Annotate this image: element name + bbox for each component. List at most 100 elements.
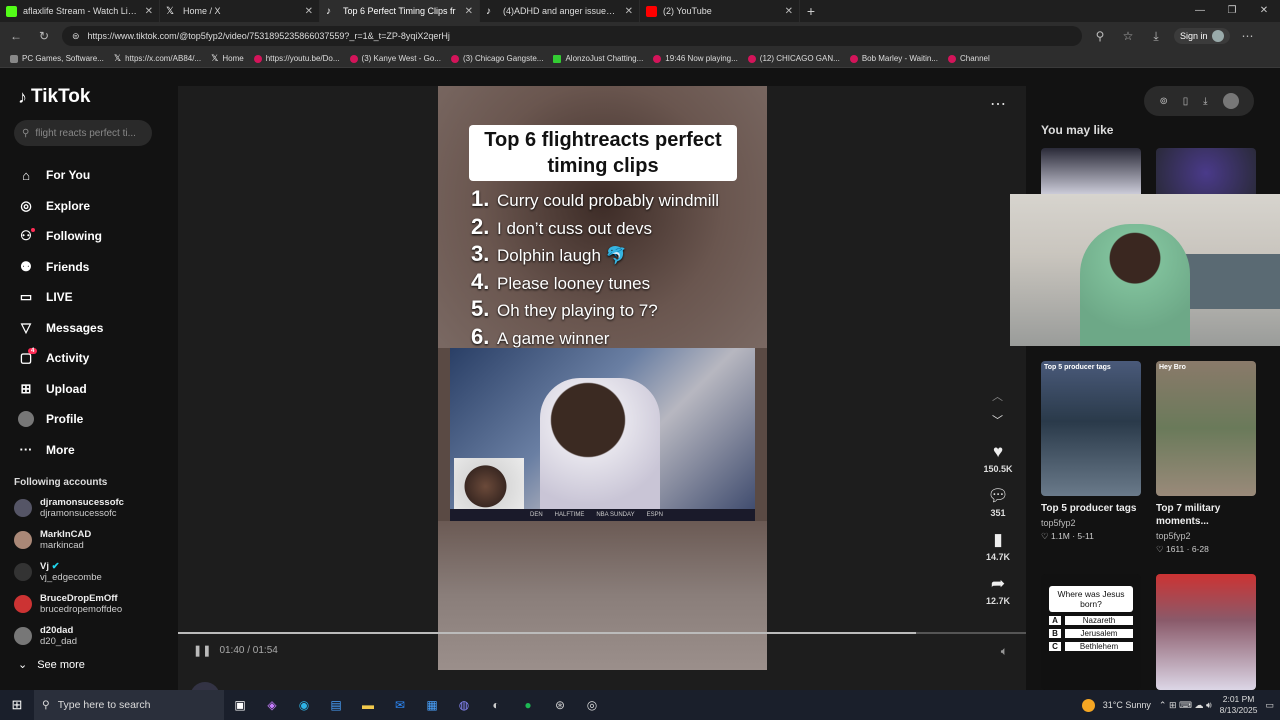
weather-text[interactable]: 31°C Sunny [1103, 700, 1151, 710]
browser-tab[interactable]: (2) YouTube ✕ [640, 0, 800, 22]
file-explorer-icon[interactable]: ▬ [352, 698, 384, 712]
notification-icon[interactable]: ▭ [1265, 700, 1274, 711]
discord-icon[interactable]: ◍ [448, 698, 480, 712]
bookmark[interactable]: AlonzoJust Chatting... [553, 54, 643, 63]
tiktok-logo[interactable]: ♪ TikTok [18, 86, 164, 108]
download-icon[interactable]: ⤓ [1203, 96, 1207, 107]
bookmark[interactable]: Bob Marley - Waitin... [849, 54, 938, 63]
browser-tab-active[interactable]: ♪ Top 6 Perfect Timing Clips fr ✕ [320, 0, 480, 22]
sidebar-item-more[interactable]: ··· More [14, 435, 164, 466]
refresh-icon[interactable]: ↻ [34, 29, 54, 43]
sidebar-item-following[interactable]: ⚇ Following [14, 221, 164, 252]
spotify-icon[interactable]: ● [512, 698, 544, 712]
back-icon[interactable]: ← [6, 29, 26, 43]
search-input[interactable]: ⚲ flight reacts perfect ti... [14, 120, 152, 146]
bookmark[interactable]: 𝕏 Home [211, 53, 244, 64]
recommended-card[interactable]: Top 7 military moments... top5fyp2 ♡ 161… [1156, 502, 1266, 555]
task-view-icon[interactable]: ▣ [224, 698, 256, 712]
close-tab-icon[interactable]: ✕ [785, 6, 793, 17]
copilot-icon[interactable]: ◈ [256, 698, 288, 712]
following-account[interactable]: djramonsucessofc djramonsucessofc [14, 496, 164, 520]
following-account[interactable]: Vj ✔ vj_edgecombe [14, 560, 164, 584]
bookmark[interactable]: PC Games, Software... [10, 54, 104, 63]
volume-icon[interactable]: 🔈︎ [1001, 644, 1008, 659]
bookmarks-bar: PC Games, Software... 𝕏https://x.com/AB8… [0, 50, 1280, 68]
close-tab-icon[interactable]: ✕ [625, 6, 633, 17]
app-icon[interactable]: ◐ [480, 698, 512, 712]
chevron-down-icon[interactable]: ﹀ [992, 412, 1003, 428]
menu-dots-icon[interactable]: ⋯ [1238, 29, 1258, 43]
sidebar-item-friends[interactable]: ⚉ Friends [14, 252, 164, 283]
list-item: 3. Dolphin laugh 🐬 [471, 241, 719, 269]
youtube-icon [849, 54, 858, 63]
bookmark[interactable]: 𝕏https://x.com/AB84/... [114, 53, 201, 64]
sign-in-button[interactable]: Sign in [1174, 28, 1230, 44]
comment-button[interactable]: 💬︎ 351 [980, 486, 1016, 518]
bookmark[interactable]: (3) Kanye West - Go... [349, 54, 441, 63]
clock[interactable]: 2:01 PM 8/13/2025 [1220, 694, 1258, 716]
see-more-button[interactable]: ⌄ See more [14, 658, 164, 672]
browser-tab[interactable]: 𝕏 Home / X ✕ [160, 0, 320, 22]
account-name: BruceDropEmOff [40, 593, 118, 604]
recommended-thumbnail[interactable] [1156, 574, 1256, 690]
picture-in-picture-icon[interactable]: ⊚ [1159, 96, 1167, 107]
tray-icons[interactable]: ⌃ ⊞ ⌨ ☁ 🔊︎ [1159, 700, 1212, 711]
following-account[interactable]: d20dad d20_dad [14, 624, 164, 648]
photos-icon[interactable]: ▦ [416, 698, 448, 712]
maximize-icon[interactable]: ❐ [1216, 0, 1248, 22]
following-account[interactable]: MarkInCAD markincad [14, 528, 164, 552]
like-button[interactable]: ♥ 150.5K [980, 442, 1016, 474]
favorites-icon[interactable]: ☆ [1118, 29, 1138, 43]
outlook-icon[interactable]: ✉ [384, 698, 416, 712]
sidebar-item-explore[interactable]: ◎ Explore [14, 191, 164, 222]
recommended-card[interactable]: Top 5 producer tags top5fyp2 ♡ 1.1M · 5-… [1041, 502, 1151, 542]
recommended-thumbnail[interactable] [1041, 148, 1141, 198]
sidebar-item-upload[interactable]: ⊞ Upload [14, 374, 164, 405]
taskbar-search[interactable]: ⚲ Type here to search [34, 690, 224, 720]
close-tab-icon[interactable]: ✕ [305, 6, 313, 17]
site-info-icon[interactable]: ⊜ [72, 31, 80, 42]
bookmark[interactable]: (3) Chicago Gangste... [450, 54, 543, 63]
new-tab-button[interactable]: + [800, 3, 822, 19]
bookmark[interactable]: https://youtu.be/Do... [253, 54, 340, 63]
pause-icon[interactable]: ❚❚ [193, 644, 211, 657]
steam-icon[interactable]: ⊛ [544, 698, 576, 712]
sidebar-item-activity[interactable]: ▢ 4 Activity [14, 343, 164, 374]
video-progress-bar[interactable] [178, 632, 1026, 634]
bookmark[interactable]: 19:46 Now playing... [653, 54, 738, 63]
recommended-thumbnail[interactable]: Where was Jesus born? A Nazareth B Jerusal… [1041, 574, 1141, 690]
browser-tab[interactable]: ♪ (4)ADHD and anger issues (ADHD ✕ [480, 0, 640, 22]
windows-start-icon[interactable]: ⊞ [0, 697, 34, 713]
url-field[interactable]: ⊜ https://www.tiktok.com/@top5fyp2/video… [62, 26, 1082, 46]
sidebar-item-profile[interactable]: Profile [14, 404, 164, 435]
recommended-thumbnail[interactable] [1156, 148, 1256, 198]
more-options-icon[interactable]: ⋯ [990, 94, 1006, 114]
background-couch [1180, 254, 1280, 309]
edge-icon[interactable]: ◉ [288, 698, 320, 712]
extensions-icon[interactable]: ⚲ [1090, 29, 1110, 43]
sidebar-item-messages[interactable]: ▽ Messages [14, 313, 164, 344]
avatar[interactable] [1222, 93, 1239, 109]
save-button[interactable]: ▮ 14.7K [980, 530, 1016, 562]
recommended-thumbnail[interactable]: Hey Bro [1156, 361, 1256, 496]
close-window-icon[interactable]: ✕ [1248, 0, 1280, 22]
recommended-thumbnail[interactable]: Top 5 producer tags [1041, 361, 1141, 496]
bookmark[interactable]: Channel [947, 54, 990, 63]
obs-icon[interactable]: ◎ [576, 698, 608, 712]
downloads-icon[interactable]: ⤓ [1146, 29, 1166, 44]
share-button[interactable]: ➦ 12.7K [980, 574, 1016, 606]
sidebar-item-for-you[interactable]: ⌂ For You [14, 160, 164, 191]
sidebar-item-live[interactable]: ▭ LIVE [14, 282, 164, 313]
video-player[interactable]: Top 6 flightreacts perfect timing clips … [438, 86, 767, 670]
store-icon[interactable]: ▤ [320, 698, 352, 712]
close-tab-icon[interactable]: ✕ [145, 6, 153, 17]
video-area: Top 6 flightreacts perfect timing clips … [178, 86, 1026, 712]
browser-tab[interactable]: aflaxlife Stream - Watch Live on K ✕ [0, 0, 160, 22]
close-tab-icon[interactable]: ✕ [465, 6, 473, 17]
device-icon[interactable]: ▯ [1183, 96, 1189, 107]
minimize-icon[interactable]: — [1184, 0, 1216, 22]
chevron-up-icon[interactable]: ︿ [992, 388, 1003, 404]
bookmark[interactable]: (12) CHICAGO GAN... [747, 54, 840, 63]
activity-badge: 4 [28, 348, 38, 354]
following-account[interactable]: BruceDropEmOff brucedropemoffdeo [14, 592, 164, 616]
